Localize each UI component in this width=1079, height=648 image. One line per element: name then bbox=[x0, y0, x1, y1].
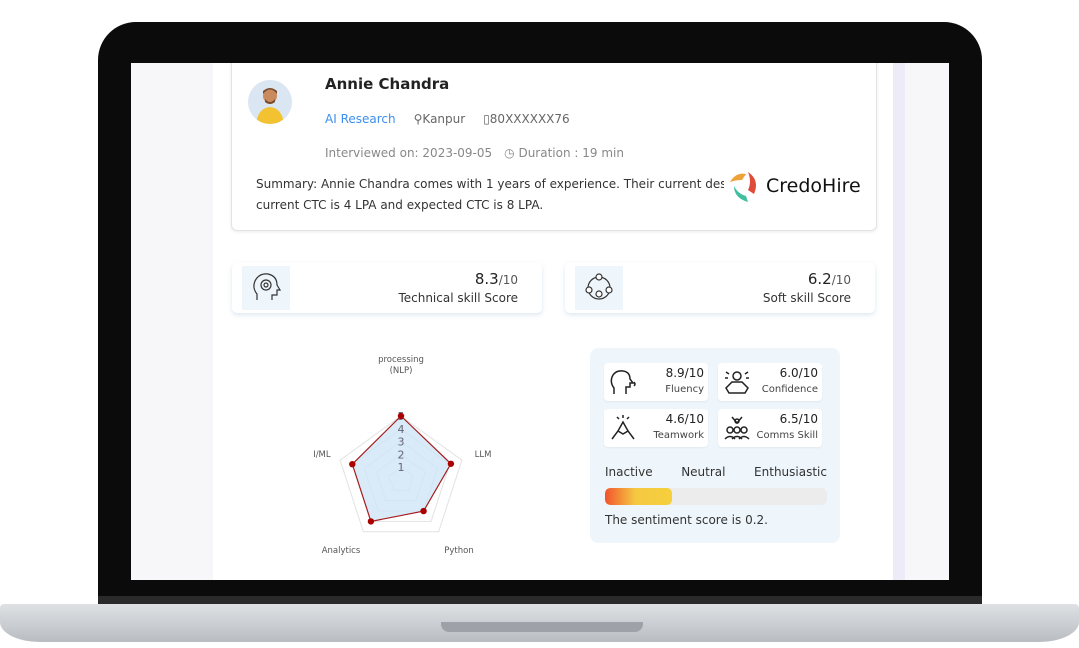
interview-duration: Duration : 19 min bbox=[518, 146, 624, 160]
radar-axis-label: Analytics bbox=[322, 546, 361, 556]
credohire-logo: CredoHire bbox=[724, 168, 861, 204]
group-icon bbox=[724, 416, 750, 440]
confidence-label: Confidence bbox=[761, 384, 818, 395]
radar-axis-label: Naturallanguageprocessing(NLP) bbox=[378, 353, 424, 376]
radar-point bbox=[367, 518, 375, 525]
soft-skill-fluency: 8.9/10 Fluency bbox=[604, 363, 708, 401]
fluency-value: 8.9/10 bbox=[665, 366, 704, 380]
candidate-role[interactable]: AI Research bbox=[325, 112, 396, 126]
candidate-phone: 80XXXXXX76 bbox=[489, 112, 570, 126]
radar-axis-label: LLM bbox=[475, 450, 492, 460]
comms-label: Comms Skill bbox=[756, 430, 818, 441]
clock-icon: ◷ bbox=[504, 146, 519, 160]
logo-text: CredoHire bbox=[766, 175, 861, 197]
radar-tick-label: 2 bbox=[398, 448, 405, 461]
technical-score-card: 8.3/10 Technical skill Score bbox=[232, 263, 542, 313]
soft-skill-comms: 6.5/10 Comms Skill bbox=[718, 409, 822, 447]
scrollbar-track[interactable] bbox=[893, 63, 905, 580]
credohire-logo-icon bbox=[730, 172, 756, 202]
radar-point bbox=[397, 412, 405, 420]
radar-tick-label: 1 bbox=[398, 461, 405, 474]
skills-radar-chart: 12345Naturallanguageprocessing(NLP)LLMPy… bbox=[313, 353, 492, 556]
soft-score-max: /10 bbox=[831, 273, 851, 287]
technical-score-label: Technical skill Score bbox=[398, 291, 518, 305]
laptop-notch bbox=[441, 622, 643, 632]
high-five-icon bbox=[611, 415, 635, 440]
interview-date: Interviewed on: 2023-09-05 bbox=[325, 146, 493, 160]
sentiment-score-text: The sentiment score is 0.2. bbox=[605, 513, 768, 527]
teamwork-value: 4.6/10 bbox=[665, 412, 704, 426]
sentiment-scale: Inactive Neutral Enthusiastic bbox=[605, 465, 827, 479]
radar-tick-label: 4 bbox=[398, 423, 405, 436]
confidence-value: 6.0/10 bbox=[779, 366, 818, 380]
sentiment-label-inactive: Inactive bbox=[605, 465, 653, 479]
radar-point bbox=[420, 507, 427, 515]
summary-line: Summary: Annie Chandra comes with 1 year… bbox=[256, 177, 726, 191]
radar-axis-label: Python bbox=[444, 546, 473, 556]
brain-gear-icon bbox=[242, 266, 290, 310]
teamwork-label: Teamwork bbox=[653, 430, 704, 441]
comms-value: 6.5/10 bbox=[779, 412, 818, 426]
soft-score-card: 6.2/10 Soft skill Score bbox=[565, 263, 875, 313]
people-network-icon bbox=[575, 266, 623, 310]
radar-axis-label: AI/ML bbox=[313, 450, 331, 460]
radar-point bbox=[447, 460, 455, 467]
phone-icon: ▯ bbox=[483, 112, 490, 126]
avatar bbox=[248, 80, 292, 124]
soft-skills-panel: 8.9/10 Fluency 6.0/10 Confidence 4.6/10 … bbox=[590, 348, 840, 543]
confident-person-icon bbox=[725, 371, 749, 394]
fluency-label: Fluency bbox=[665, 384, 704, 395]
technical-score-value: 8.3 bbox=[474, 270, 499, 288]
summary: Summary: Annie Chandra comes with 1 year… bbox=[256, 174, 726, 216]
soft-skill-confidence: 6.0/10 Confidence bbox=[718, 363, 822, 401]
soft-skill-teamwork: 4.6/10 Teamwork bbox=[604, 409, 708, 447]
candidate-location: Kanpur bbox=[422, 112, 466, 126]
soft-score-value: 6.2 bbox=[807, 270, 832, 288]
sentiment-bar-fill bbox=[605, 488, 672, 505]
technical-score-max: /10 bbox=[498, 273, 518, 287]
sentiment-label-enthusiastic: Enthusiastic bbox=[754, 465, 827, 479]
report-page: Annie Chandra AI Research ⚲Kanpur ▯80XXX… bbox=[213, 63, 893, 580]
summary-line: current CTC is 4 LPA and expected CTC is… bbox=[256, 198, 544, 212]
soft-score-label: Soft skill Score bbox=[762, 291, 851, 305]
sentiment-bar bbox=[605, 488, 827, 505]
radar-tick-label: 3 bbox=[398, 436, 405, 449]
speaking-head-icon bbox=[610, 370, 636, 394]
screen: Annie Chandra AI Research ⚲Kanpur ▯80XXX… bbox=[131, 63, 949, 580]
candidate-card: Annie Chandra AI Research ⚲Kanpur ▯80XXX… bbox=[231, 63, 877, 231]
candidate-name: Annie Chandra bbox=[325, 75, 450, 93]
radar-point bbox=[349, 460, 356, 468]
sentiment-label-neutral: Neutral bbox=[681, 465, 726, 479]
